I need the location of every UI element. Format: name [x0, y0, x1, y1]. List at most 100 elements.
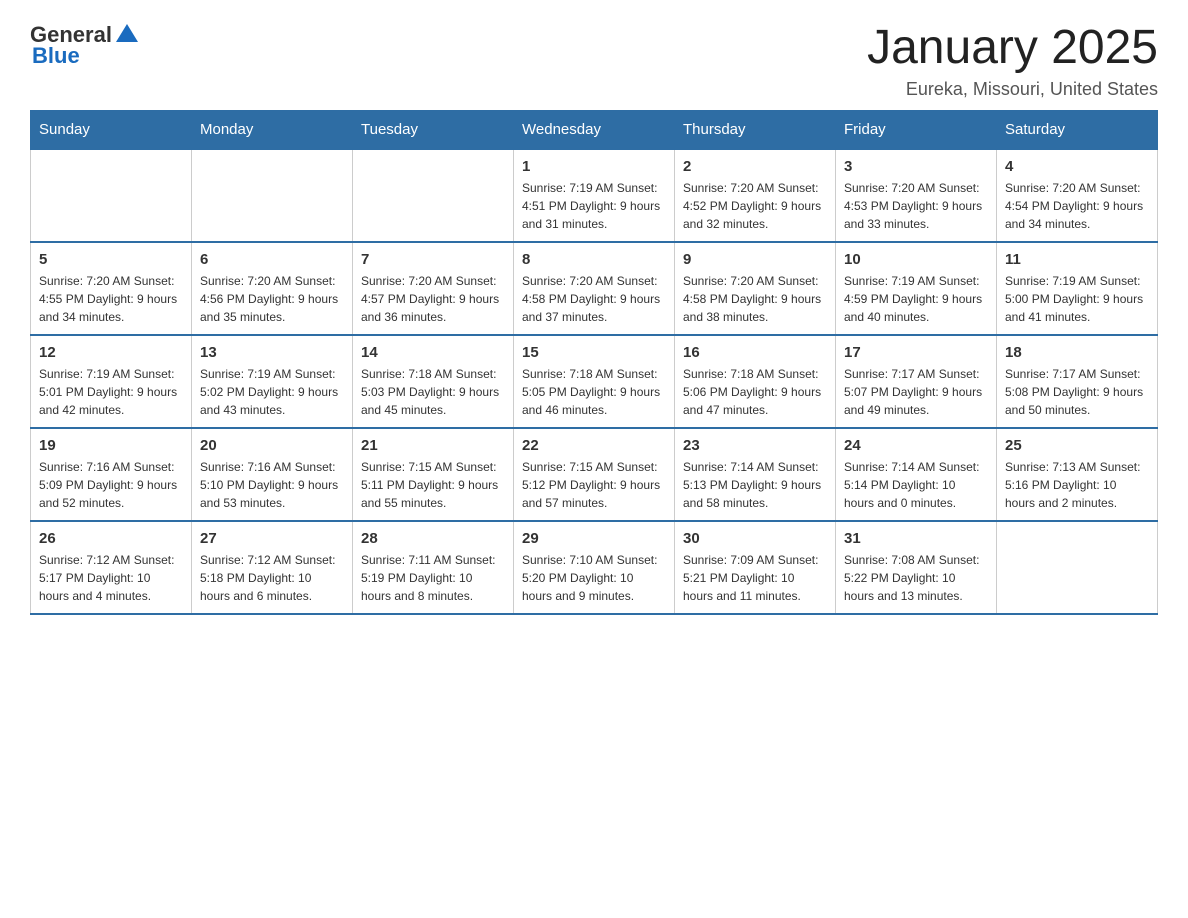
- day-info: Sunrise: 7:14 AM Sunset: 5:13 PM Dayligh…: [683, 458, 827, 512]
- day-number: 23: [683, 437, 827, 454]
- day-header-friday: Friday: [836, 111, 997, 150]
- calendar-cell: 23 Sunrise: 7:14 AM Sunset: 5:13 PM Dayli…: [675, 428, 836, 521]
- day-info: Sunrise: 7:20 AM Sunset: 4:53 PM Dayligh…: [844, 179, 988, 233]
- page-header: General Blue January 2025 Eureka, Missou…: [30, 20, 1158, 100]
- calendar-cell: 16Sunrise: 7:18 AM Sunset: 5:06 PM Dayli…: [675, 335, 836, 428]
- day-header-monday: Monday: [192, 111, 353, 150]
- calendar-cell: 11Sunrise: 7:19 AM Sunset: 5:00 PM Dayli…: [997, 242, 1158, 335]
- day-info: Sunrise: 7:10 AM Sunset: 5:20 PM Dayligh…: [522, 551, 666, 605]
- day-number: 12: [39, 344, 183, 361]
- calendar-cell: 3 Sunrise: 7:20 AM Sunset: 4:53 PM Daylig…: [836, 149, 997, 242]
- day-number: 18: [1005, 344, 1149, 361]
- calendar-cell: 6 Sunrise: 7:20 AM Sunset: 4:56 PM Daylig…: [192, 242, 353, 335]
- day-number: 6: [200, 251, 344, 268]
- day-number: 3: [844, 158, 988, 175]
- calendar-week-5: 26Sunrise: 7:12 AM Sunset: 5:17 PM Dayli…: [31, 521, 1158, 614]
- day-number: 1: [522, 158, 666, 175]
- day-info: Sunrise: 7:17 AM Sunset: 5:08 PM Dayligh…: [1005, 365, 1149, 419]
- calendar-cell: 30 Sunrise: 7:09 AM Sunset: 5:21 PM Dayli…: [675, 521, 836, 614]
- calendar-table: SundayMondayTuesdayWednesdayThursdayFrid…: [30, 110, 1158, 615]
- day-info: Sunrise: 7:16 AM Sunset: 5:10 PM Dayligh…: [200, 458, 344, 512]
- day-number: 17: [844, 344, 988, 361]
- day-info: Sunrise: 7:20 AM Sunset: 4:55 PM Dayligh…: [39, 272, 183, 326]
- day-info: Sunrise: 7:12 AM Sunset: 5:17 PM Dayligh…: [39, 551, 183, 605]
- calendar-cell: 25Sunrise: 7:13 AM Sunset: 5:16 PM Dayli…: [997, 428, 1158, 521]
- day-info: Sunrise: 7:20 AM Sunset: 4:54 PM Dayligh…: [1005, 179, 1149, 233]
- calendar-cell: 27 Sunrise: 7:12 AM Sunset: 5:18 PM Dayli…: [192, 521, 353, 614]
- calendar-cell: 7 Sunrise: 7:20 AM Sunset: 4:57 PM Daylig…: [353, 242, 514, 335]
- calendar-cell: 19Sunrise: 7:16 AM Sunset: 5:09 PM Dayli…: [31, 428, 192, 521]
- day-info: Sunrise: 7:20 AM Sunset: 4:58 PM Dayligh…: [522, 272, 666, 326]
- day-info: Sunrise: 7:19 AM Sunset: 4:59 PM Dayligh…: [844, 272, 988, 326]
- day-info: Sunrise: 7:19 AM Sunset: 5:01 PM Dayligh…: [39, 365, 183, 419]
- calendar-cell: [353, 149, 514, 242]
- day-number: 20: [200, 437, 344, 454]
- calendar-cell: 21 Sunrise: 7:15 AM Sunset: 5:11 PM Dayli…: [353, 428, 514, 521]
- calendar-cell: [192, 149, 353, 242]
- calendar-cell: [997, 521, 1158, 614]
- day-number: 8: [522, 251, 666, 268]
- calendar-cell: 4 Sunrise: 7:20 AM Sunset: 4:54 PM Daylig…: [997, 149, 1158, 242]
- calendar-cell: 24 Sunrise: 7:14 AM Sunset: 5:14 PM Dayli…: [836, 428, 997, 521]
- day-info: Sunrise: 7:11 AM Sunset: 5:19 PM Dayligh…: [361, 551, 505, 605]
- calendar-cell: 15 Sunrise: 7:18 AM Sunset: 5:05 PM Dayli…: [514, 335, 675, 428]
- day-number: 21: [361, 437, 505, 454]
- calendar-cell: 10 Sunrise: 7:19 AM Sunset: 4:59 PM Dayli…: [836, 242, 997, 335]
- day-header-tuesday: Tuesday: [353, 111, 514, 150]
- day-number: 7: [361, 251, 505, 268]
- day-info: Sunrise: 7:17 AM Sunset: 5:07 PM Dayligh…: [844, 365, 988, 419]
- day-info: Sunrise: 7:18 AM Sunset: 5:03 PM Dayligh…: [361, 365, 505, 419]
- day-number: 28: [361, 530, 505, 547]
- day-info: Sunrise: 7:19 AM Sunset: 4:51 PM Dayligh…: [522, 179, 666, 233]
- logo-triangle-icon: [116, 22, 138, 44]
- day-number: 15: [522, 344, 666, 361]
- day-info: Sunrise: 7:12 AM Sunset: 5:18 PM Dayligh…: [200, 551, 344, 605]
- day-number: 29: [522, 530, 666, 547]
- day-number: 31: [844, 530, 988, 547]
- day-header-saturday: Saturday: [997, 111, 1158, 150]
- calendar-cell: 13 Sunrise: 7:19 AM Sunset: 5:02 PM Dayli…: [192, 335, 353, 428]
- day-info: Sunrise: 7:20 AM Sunset: 4:57 PM Dayligh…: [361, 272, 505, 326]
- day-info: Sunrise: 7:09 AM Sunset: 5:21 PM Dayligh…: [683, 551, 827, 605]
- calendar-week-2: 5Sunrise: 7:20 AM Sunset: 4:55 PM Daylig…: [31, 242, 1158, 335]
- day-info: Sunrise: 7:13 AM Sunset: 5:16 PM Dayligh…: [1005, 458, 1149, 512]
- day-number: 27: [200, 530, 344, 547]
- month-year-title: January 2025: [867, 20, 1158, 75]
- day-number: 2: [683, 158, 827, 175]
- calendar-cell: 18 Sunrise: 7:17 AM Sunset: 5:08 PM Dayli…: [997, 335, 1158, 428]
- day-info: Sunrise: 7:19 AM Sunset: 5:02 PM Dayligh…: [200, 365, 344, 419]
- day-info: Sunrise: 7:20 AM Sunset: 4:58 PM Dayligh…: [683, 272, 827, 326]
- day-number: 4: [1005, 158, 1149, 175]
- day-number: 13: [200, 344, 344, 361]
- calendar-header-row: SundayMondayTuesdayWednesdayThursdayFrid…: [31, 111, 1158, 150]
- title-section: January 2025 Eureka, Missouri, United St…: [867, 20, 1158, 100]
- day-number: 11: [1005, 251, 1149, 268]
- calendar-cell: 22Sunrise: 7:15 AM Sunset: 5:12 PM Dayli…: [514, 428, 675, 521]
- day-info: Sunrise: 7:15 AM Sunset: 5:11 PM Dayligh…: [361, 458, 505, 512]
- calendar-cell: 9 Sunrise: 7:20 AM Sunset: 4:58 PM Daylig…: [675, 242, 836, 335]
- day-header-wednesday: Wednesday: [514, 111, 675, 150]
- day-number: 19: [39, 437, 183, 454]
- day-number: 9: [683, 251, 827, 268]
- day-number: 16: [683, 344, 827, 361]
- calendar-week-1: 1 Sunrise: 7:19 AM Sunset: 4:51 PM Daylig…: [31, 149, 1158, 242]
- calendar-cell: [31, 149, 192, 242]
- calendar-cell: 31Sunrise: 7:08 AM Sunset: 5:22 PM Dayli…: [836, 521, 997, 614]
- calendar-cell: 12 Sunrise: 7:19 AM Sunset: 5:01 PM Dayli…: [31, 335, 192, 428]
- day-info: Sunrise: 7:20 AM Sunset: 4:52 PM Dayligh…: [683, 179, 827, 233]
- day-number: 10: [844, 251, 988, 268]
- day-header-thursday: Thursday: [675, 111, 836, 150]
- day-header-sunday: Sunday: [31, 111, 192, 150]
- day-info: Sunrise: 7:14 AM Sunset: 5:14 PM Dayligh…: [844, 458, 988, 512]
- day-info: Sunrise: 7:20 AM Sunset: 4:56 PM Dayligh…: [200, 272, 344, 326]
- day-number: 30: [683, 530, 827, 547]
- calendar-week-3: 12 Sunrise: 7:19 AM Sunset: 5:01 PM Dayli…: [31, 335, 1158, 428]
- calendar-cell: 28 Sunrise: 7:11 AM Sunset: 5:19 PM Dayli…: [353, 521, 514, 614]
- day-info: Sunrise: 7:18 AM Sunset: 5:05 PM Dayligh…: [522, 365, 666, 419]
- calendar-cell: 8 Sunrise: 7:20 AM Sunset: 4:58 PM Daylig…: [514, 242, 675, 335]
- calendar-cell: 2 Sunrise: 7:20 AM Sunset: 4:52 PM Daylig…: [675, 149, 836, 242]
- day-number: 24: [844, 437, 988, 454]
- calendar-cell: 14Sunrise: 7:18 AM Sunset: 5:03 PM Dayli…: [353, 335, 514, 428]
- calendar-cell: 17 Sunrise: 7:17 AM Sunset: 5:07 PM Dayli…: [836, 335, 997, 428]
- calendar-cell: 20 Sunrise: 7:16 AM Sunset: 5:10 PM Dayli…: [192, 428, 353, 521]
